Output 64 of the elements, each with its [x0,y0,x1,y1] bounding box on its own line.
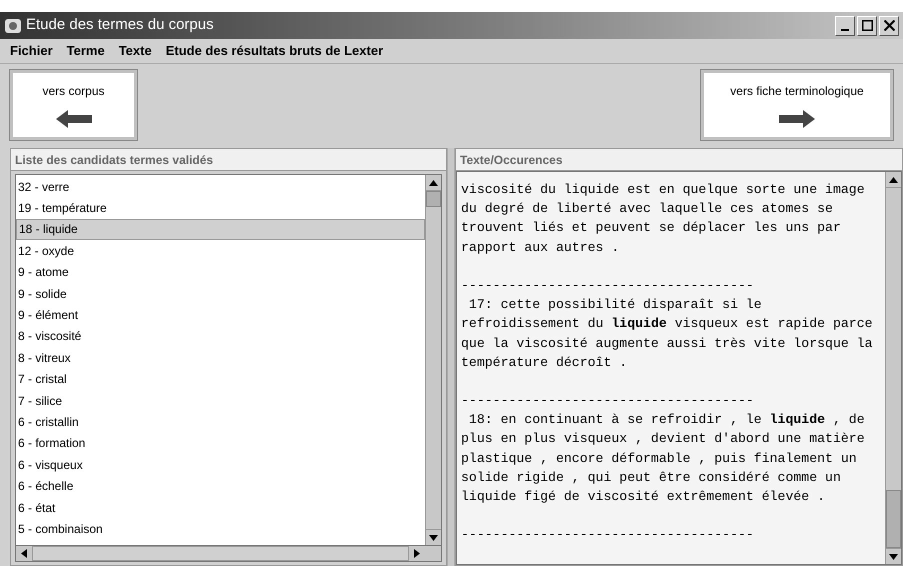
right-arrow-icon [414,549,420,558]
app-icon [4,16,22,34]
term-item[interactable]: 6 - visqueux [16,454,425,476]
vertical-scrollbar[interactable] [425,175,441,545]
window-title: Etude des termes du corpus [26,15,215,36]
term-item[interactable]: 6 - échelle [16,475,425,497]
text-line: plastique , encore déformable , puis finalement un [461,450,858,468]
text-line: refroidissement du liquide visqueux est rapide parce [461,315,874,334]
down-arrow-icon [889,554,898,560]
term-item[interactable]: 6 - état [16,496,425,518]
scroll-thumb[interactable] [32,546,409,561]
text-line: viscosité du liquide est en quelque sorte une image [461,181,866,199]
text-line: que la viscosité augmente aussi très vite lorsque la [461,334,874,352]
text-line: liquide figé de viscosité extrêmement élevée . [461,488,826,506]
text-line: 17: cette possibilité disparaît si le [468,296,763,314]
text-line: solide rigide , qui peut être considéré comme un [461,468,842,487]
up-arrow-icon [429,180,438,186]
panel-title: Texte/Occurences [456,149,902,171]
maximize-icon [862,20,872,31]
minimize-button[interactable] [835,16,855,36]
text-line: plus en plus visqueux , devient d'abord une matière [461,430,866,448]
text-line: ------------------------------------- [461,526,755,544]
term-item[interactable]: 9 - élément [16,304,425,326]
menu-item[interactable]: Texte [118,41,152,61]
close-button[interactable] [879,16,899,36]
term-item[interactable]: 9 - atome [16,262,425,283]
text-line: trouvent liés et peuvent se déplacer les uns par [461,219,842,238]
horizontal-scrollbar[interactable] [15,546,442,562]
right-arrow-icon [779,110,815,128]
scroll-thumb[interactable] [886,490,901,548]
term-item[interactable]: 7 - cristal [16,368,425,390]
term-item[interactable]: 32 - verre [16,176,425,198]
panel-title: Liste des candidats termes validés [11,149,446,171]
term-item[interactable]: 18 - liquide [16,218,425,240]
close-icon [884,20,894,31]
text-line: température décroît . [461,354,628,372]
text-line: ------------------------------------- [461,276,755,295]
text-line: rapport aux autres . [461,238,620,257]
text-line: du degré de liberté avec laquelle ces atomes se [461,200,834,218]
text-line: 18: en continuant à se refroidir , le liquide , de [468,411,866,430]
term-item[interactable]: 6 - cristallin [16,411,425,433]
scroll-thumb[interactable] [426,191,441,207]
forward-button[interactable]: vers fiche terminologique [701,70,893,140]
term-item[interactable]: 12 - oxyde [16,240,425,262]
term-item[interactable]: 9 - solide [16,282,425,304]
left-arrow-icon [56,110,92,128]
term-item[interactable]: 6 - formation [16,432,425,454]
term-item[interactable]: 19 - température [16,197,425,219]
term-item[interactable]: 5 - combinaison [16,518,425,540]
left-arrow-icon [21,549,27,558]
back-button[interactable]: vers corpus [10,70,137,140]
term-item[interactable]: 7 - silice [16,390,425,412]
splitter[interactable] [447,148,455,566]
menu-item[interactable]: Terme [66,41,105,61]
down-arrow-icon [429,534,438,540]
vertical-scrollbar[interactable] [885,172,901,564]
text-line: ------------------------------------- [461,392,755,410]
minimize-icon [841,28,849,30]
term-item[interactable]: 8 - vitreux [16,347,425,369]
menu-item[interactable]: Etude des résultats bruts de Lexter [166,41,384,61]
maximize-button[interactable] [857,16,877,36]
menu-item[interactable]: Fichier [10,41,53,61]
term-item[interactable]: 8 - viscosité [16,326,425,348]
up-arrow-icon [889,176,898,182]
